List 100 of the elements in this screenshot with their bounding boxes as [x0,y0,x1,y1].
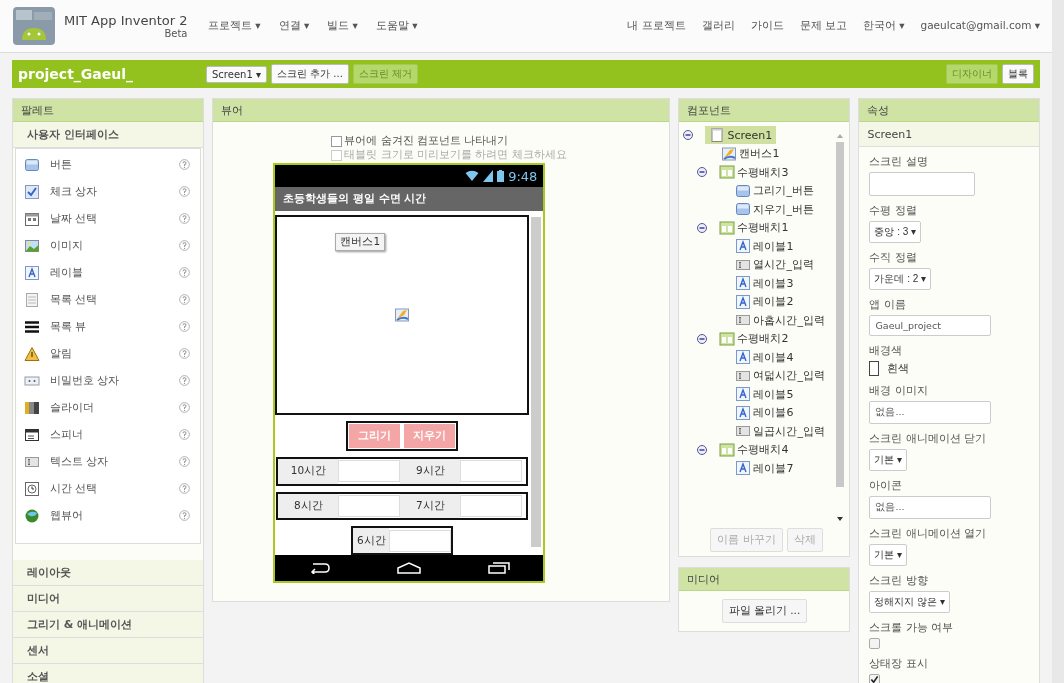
palette-item[interactable]: 이미지 [50,238,170,253]
recent-apps-icon[interactable] [488,562,511,574]
help-icon[interactable] [179,510,191,521]
help-icon[interactable] [179,240,191,251]
checkbox[interactable] [869,674,881,683]
text-field[interactable]: Gaeul_project [869,315,992,336]
collapse-icon[interactable] [697,222,708,233]
tree-node[interactable]: 열시간_입력 [735,256,814,273]
palette-category[interactable]: 그리기 & 애니메이션 [13,612,204,638]
menu-item[interactable]: 프로젝트 ▾ [208,19,261,33]
tree-node[interactable]: 일곱시간_입력 [735,423,825,440]
palette-item[interactable]: 슬라이더 [50,400,170,415]
checkbox-label[interactable]: 뷰어에 숨겨진 컴포넌트 나타내기 [344,134,509,148]
checkbox[interactable] [331,135,343,147]
palette-item[interactable]: 시간 선택 [50,481,170,496]
tree-node[interactable]: 레이블6 [735,404,794,421]
input-field[interactable] [338,494,401,517]
menu-item[interactable]: 연결 ▾ [278,19,310,33]
nav-link[interactable]: 내 프로젝트 [627,19,686,33]
tree-node[interactable]: 여덟시간_입력 [735,367,825,384]
scrollbar[interactable] [531,217,542,547]
page-scrollbar[interactable] [1052,0,1064,683]
palette-item[interactable]: 텍스트 상자 [50,454,170,469]
palette-category[interactable]: 센서 [13,638,204,664]
color-swatch[interactable] [869,361,880,376]
dropdown[interactable]: 가운데 : 2 ▾ [869,268,932,290]
nav-link[interactable]: 한국어 ▾ [862,19,905,33]
nav-link[interactable]: 갤러리 [701,19,735,33]
tree-node[interactable]: 레이블5 [735,386,794,403]
palette-item[interactable]: 버튼 [50,157,170,172]
collapse-icon[interactable] [697,333,708,344]
tree-node[interactable]: 레이블3 [735,275,794,292]
text-field[interactable]: 없음... [869,401,992,424]
help-icon[interactable] [179,213,191,224]
menu-item[interactable]: 도움말 ▾ [375,19,418,33]
color-name[interactable]: 흰색 [887,361,910,376]
palette-category[interactable]: 레이아웃 [13,560,204,586]
toolbar-button[interactable]: 스크린 추가 ... [270,64,349,84]
help-icon[interactable] [179,294,191,305]
text-field[interactable]: 없음... [869,496,992,519]
help-icon[interactable] [179,186,191,197]
help-icon[interactable] [179,267,191,278]
collapse-icon[interactable] [683,130,694,141]
input-field[interactable] [338,460,401,483]
tree-node[interactable]: 수평배치2 [719,330,789,347]
palette-item[interactable]: 레이블 [50,265,170,280]
toolbar-button[interactable]: Screen1 ▾ [206,65,267,83]
tree-node[interactable]: 수평배치3 [719,164,789,181]
nav-link[interactable]: 문제 보고 [799,19,847,33]
property-label: 스크린 설명 [869,155,928,169]
collapse-icon[interactable] [697,167,708,178]
tree-node[interactable]: 레이블7 [735,460,794,477]
nav-link[interactable]: 가이드 [750,19,784,33]
palette-item[interactable]: 알림 [50,346,170,361]
upload-button[interactable]: 파일 올리기 ... [721,599,808,623]
dropdown[interactable]: 기본 ▾ [869,544,908,566]
palette-item[interactable]: 목록 뷰 [50,319,170,334]
collapse-icon[interactable] [697,444,708,455]
palette-item[interactable]: 날짜 선택 [50,211,170,226]
checkbox[interactable] [869,638,881,649]
palette-item[interactable]: 스피너 [50,427,170,442]
palette-category[interactable]: 소셜 [13,664,204,683]
menu-item[interactable]: 빌드 ▾ [327,19,358,33]
palette-category[interactable]: 사용자 인터페이스 [13,122,204,148]
dropdown[interactable]: 중앙 : 3 ▾ [869,221,922,243]
home-icon[interactable] [397,562,422,574]
help-icon[interactable] [179,402,191,413]
input-field[interactable] [460,460,523,483]
back-icon[interactable] [308,562,331,574]
palette-item[interactable]: 체크 상자 [50,184,170,199]
dropdown[interactable]: 기본 ▾ [869,449,908,471]
tree-node[interactable]: Screen1 [705,126,777,145]
help-icon[interactable] [179,375,191,386]
tree-node[interactable]: 그리기_버튼 [735,182,814,199]
palette-item[interactable]: 비밀번호 상자 [50,373,170,388]
mode-button[interactable]: 블록 [1002,64,1034,84]
tree-node[interactable]: 아홉시간_입력 [735,312,825,329]
tree-node[interactable]: 레이블1 [735,238,794,255]
palette-item[interactable]: 웹뷰어 [50,508,170,523]
input-field[interactable] [389,529,452,552]
nav-link[interactable]: gaeulcat@gmail.com ▾ [920,19,1040,33]
help-icon[interactable] [179,429,191,440]
help-icon[interactable] [179,321,191,332]
tree-node[interactable]: 레이블2 [735,293,794,310]
help-icon[interactable] [179,159,191,170]
tree-node[interactable]: 수평배치4 [719,441,789,458]
input-field[interactable] [460,494,523,517]
tree-node[interactable]: 캔버스1 [721,145,780,162]
palette-category[interactable]: 미디어 [13,586,204,612]
tree-node[interactable]: 지우기_버튼 [735,201,814,218]
dropdown[interactable]: 정해지지 않은 ▾ [869,591,951,613]
description-field[interactable] [869,172,976,196]
help-icon[interactable] [179,348,191,359]
palette-item[interactable]: 목록 선택 [50,292,170,307]
android-logo[interactable] [12,6,56,46]
app-label: 10시간 [278,458,339,484]
help-icon[interactable] [179,483,191,494]
tree-node[interactable]: 레이블4 [735,349,794,366]
help-icon[interactable] [179,456,191,467]
tree-node[interactable]: 수평배치1 [719,219,789,236]
